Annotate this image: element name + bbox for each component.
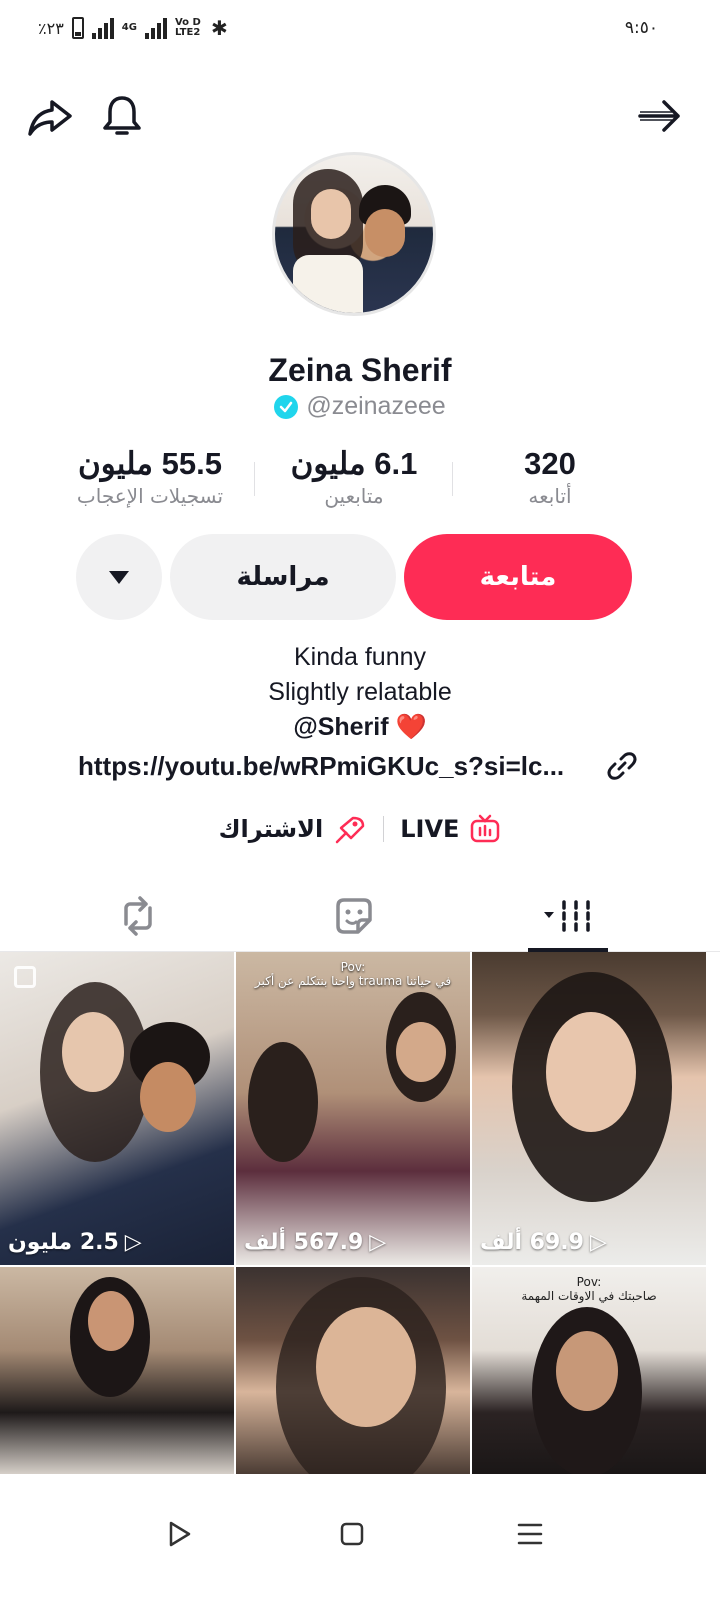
verified-badge-icon bbox=[274, 394, 299, 419]
video-thumbnail[interactable] bbox=[236, 1267, 470, 1475]
status-time: ٩:٥٠ bbox=[624, 18, 658, 38]
live-link[interactable]: LIVE bbox=[400, 813, 501, 845]
bell-icon bbox=[103, 96, 141, 135]
rocket-icon bbox=[335, 816, 365, 844]
pinned-icon bbox=[14, 966, 36, 988]
video-thumbnail[interactable] bbox=[0, 1267, 234, 1475]
play-icon: ▷ bbox=[369, 1230, 387, 1255]
view-count: ▷ 69.9 ألف bbox=[480, 1230, 607, 1255]
repost-icon bbox=[124, 896, 152, 936]
display-name: Zeina Sherif bbox=[268, 352, 452, 388]
triangle-back-icon bbox=[169, 1521, 191, 1547]
profile-extras: الاشتراك LIVE bbox=[0, 812, 720, 846]
tab-reposts[interactable] bbox=[98, 888, 178, 944]
battery-icon bbox=[71, 17, 84, 39]
video-caption: Pov: واحنا بنتكلم عن أكبر trauma في حيات… bbox=[254, 960, 452, 988]
tab-favorites[interactable] bbox=[314, 888, 394, 944]
link-icon bbox=[607, 752, 637, 780]
bio: Kinda funny Slightly relatable @Sherif ❤… bbox=[0, 640, 720, 745]
stat-following[interactable]: 320 أتابعه bbox=[450, 446, 650, 508]
video-caption: Pov: صاحبتك في الاوقات المهمة bbox=[521, 1275, 657, 1303]
back-button[interactable] bbox=[636, 92, 684, 140]
avatar[interactable] bbox=[272, 152, 436, 316]
share-button[interactable] bbox=[26, 92, 74, 140]
message-button[interactable]: مراسلة bbox=[170, 534, 396, 620]
live-label: LIVE bbox=[400, 815, 460, 843]
system-nav-bar bbox=[0, 1474, 720, 1600]
play-icon: ▷ bbox=[589, 1230, 607, 1255]
sticker-icon bbox=[336, 898, 372, 934]
battery-percent: ٪٢٣ bbox=[38, 18, 64, 38]
following-label: أتابعه bbox=[528, 484, 572, 508]
signal-icon bbox=[91, 17, 114, 39]
view-count: ▷ 2.5 مليون bbox=[8, 1230, 142, 1255]
caret-down-icon bbox=[109, 570, 129, 584]
square-home-icon bbox=[340, 1522, 364, 1546]
status-icons: ٪٢٣ 4G Vo D LTE2 ✱ bbox=[38, 16, 228, 40]
more-options-button[interactable] bbox=[76, 534, 162, 620]
video-thumbnail[interactable]: Pov: واحنا بنتكلم عن أكبر trauma في حيات… bbox=[236, 952, 470, 1265]
video-grid: ▷ 2.5 مليون Pov: واحنا بنتكلم عن أكبر tr… bbox=[0, 952, 706, 1475]
video-thumbnail[interactable]: Pov: صاحبتك في الاوقات المهمة bbox=[472, 1267, 706, 1475]
stat-likes[interactable]: 55.5 مليون تسجيلات الإعجاب bbox=[50, 446, 250, 508]
likes-label: تسجيلات الإعجاب bbox=[76, 484, 224, 508]
signal-icon-2 bbox=[144, 17, 167, 39]
follow-button[interactable]: متابعة bbox=[404, 534, 632, 620]
video-thumbnail[interactable]: ▷ 2.5 مليون bbox=[0, 952, 234, 1265]
share-icon bbox=[28, 100, 72, 136]
handle-row: @zeinazeee bbox=[0, 392, 720, 421]
followers-count: 6.1 مليون bbox=[290, 446, 418, 481]
subscribe-label: الاشتراك bbox=[218, 815, 324, 843]
username: @zeinazeee bbox=[306, 392, 446, 420]
bio-line: Kinda funny bbox=[293, 643, 427, 671]
heart-emoji: ❤️ bbox=[395, 713, 427, 741]
home-nav-button[interactable] bbox=[322, 1504, 382, 1564]
status-bar: ٪٢٣ 4G Vo D LTE2 ✱ ٩:٥٠ bbox=[0, 0, 720, 64]
profile-stats: 55.5 مليون تسجيلات الإعجاب 6.1 مليون متا… bbox=[60, 446, 660, 514]
notifications-button[interactable] bbox=[98, 92, 146, 140]
video-thumbnail[interactable]: ▷ 69.9 ألف bbox=[472, 952, 706, 1265]
followers-label: متابعين bbox=[324, 484, 384, 508]
menu-icon bbox=[517, 1523, 543, 1545]
bluetooth-icon: ✱ bbox=[210, 16, 228, 40]
network-type: 4G bbox=[121, 22, 137, 33]
tab-videos[interactable] bbox=[528, 888, 608, 944]
arrow-right-icon bbox=[638, 100, 680, 132]
content-tabs bbox=[0, 880, 720, 952]
stat-followers[interactable]: 6.1 مليون متابعين bbox=[254, 446, 454, 508]
bio-link-row[interactable]: https://youtu.be/wRPmiGKUc_s?si=lc... bbox=[78, 750, 638, 782]
following-count: 320 bbox=[524, 446, 576, 481]
bio-mention[interactable]: @Sherif bbox=[293, 713, 388, 741]
play-icon: ▷ bbox=[124, 1230, 142, 1255]
extras-divider bbox=[383, 816, 385, 842]
bio-link[interactable]: https://youtu.be/wRPmiGKUc_s?si=lc... bbox=[78, 751, 564, 782]
volte-indicator: Vo D LTE2 bbox=[174, 17, 201, 38]
subscribe-link[interactable]: الاشتراك bbox=[219, 812, 368, 846]
recents-nav-button[interactable] bbox=[500, 1504, 560, 1564]
back-nav-button[interactable] bbox=[148, 1504, 208, 1564]
grid-videos-icon bbox=[544, 900, 590, 932]
live-tv-icon bbox=[471, 814, 500, 843]
view-count: ▷ 567.9 ألف bbox=[244, 1230, 387, 1255]
bio-line: Slightly relatable bbox=[268, 678, 452, 706]
likes-count: 55.5 مليون bbox=[78, 446, 222, 481]
